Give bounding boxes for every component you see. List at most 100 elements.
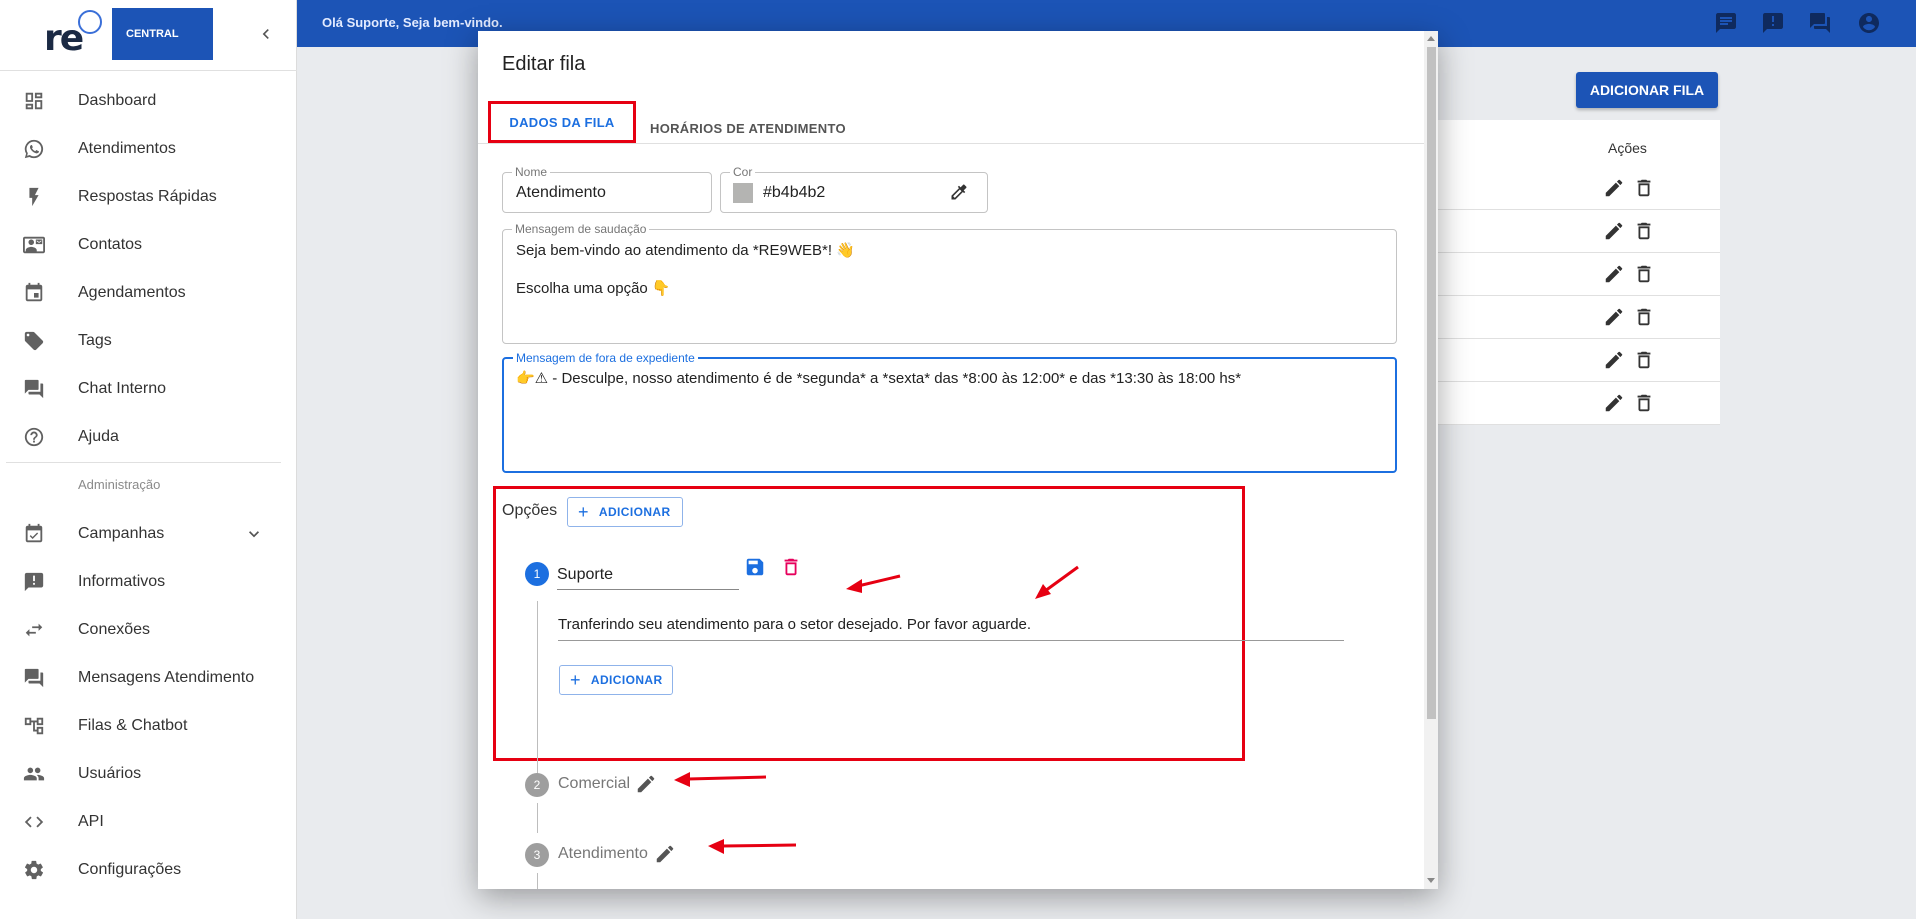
option-name-input[interactable]: Suporte (557, 560, 739, 590)
sidebar-item-tags[interactable]: Tags (0, 321, 297, 361)
acoes-column-header: Ações (1608, 140, 1647, 156)
sidebar-item-informativos[interactable]: Informativos (0, 562, 297, 602)
edit-icon[interactable] (1603, 349, 1625, 371)
nome-label: Nome (512, 165, 551, 179)
delete-icon[interactable] (1633, 220, 1655, 242)
tab-horarios-de-atendimento[interactable]: HORÁRIOS DE ATENDIMENTO (650, 108, 846, 148)
save-icon[interactable] (744, 556, 768, 580)
sidebar-item-label: Usuários (78, 765, 142, 782)
announcement-icon[interactable] (1761, 11, 1787, 37)
add-sub-option-button[interactable]: + ADICIONAR (559, 665, 673, 695)
people-icon (22, 762, 46, 786)
step-connector (537, 803, 538, 833)
help-icon (22, 425, 46, 449)
delete-icon[interactable] (780, 556, 804, 580)
sidebar-item-label: Tags (78, 332, 112, 349)
scroll-down-icon[interactable] (1427, 878, 1435, 883)
saudacao-label: Mensagem de saudação (512, 222, 650, 236)
add-fila-button[interactable]: ADICIONAR FILA (1576, 72, 1718, 108)
sidebar-item-dashboard[interactable]: Dashboard (0, 81, 297, 121)
logo-sub-text: CENTRAL (112, 8, 213, 60)
option-name-value: Suporte (557, 566, 614, 583)
sidebar-item-api[interactable]: API (0, 802, 297, 842)
cor-field[interactable]: Cor #b4b4b2 (720, 165, 988, 213)
sidebar-item-label: Mensagens Atendimento (78, 669, 255, 686)
edit-icon[interactable] (1603, 392, 1625, 414)
option-name-comercial: Comercial (558, 775, 631, 792)
edit-icon[interactable] (1603, 177, 1625, 199)
sidebar-item-agendamentos[interactable]: Agendamentos (0, 273, 297, 313)
sidebar-item-label: Contatos (78, 236, 143, 253)
edit-fila-dialog: Editar fila DADOS DA FILA HORÁRIOS DE AT… (478, 31, 1438, 889)
sidebar-item-chat-interno[interactable]: Chat Interno (0, 369, 297, 409)
edit-icon[interactable] (654, 843, 678, 867)
scroll-thumb[interactable] (1427, 47, 1436, 719)
table-row (1420, 167, 1720, 210)
sidebar-item-label: Chat Interno (78, 380, 167, 397)
forum-icon[interactable] (1808, 11, 1834, 37)
saudacao-line-2: Escolha uma opção 👇 (516, 280, 671, 297)
sidebar-item-label: Filas & Chatbot (78, 717, 188, 734)
delete-icon[interactable] (1633, 306, 1655, 328)
add-option-button[interactable]: + ADICIONAR (567, 497, 683, 527)
sidebar-item-mensagens-atendimento[interactable]: Mensagens Atendimento (0, 658, 297, 698)
contact-card-icon (22, 233, 46, 257)
edit-icon[interactable] (1603, 220, 1625, 242)
announcement-icon (22, 570, 46, 594)
chat-icon (22, 377, 46, 401)
sidebar-item-atendimentos[interactable]: Atendimentos (0, 129, 297, 169)
logo-bubble-icon (78, 10, 102, 34)
fora-expediente-field[interactable]: Mensagem de fora de expediente 👉⚠ - Desc… (502, 351, 1397, 473)
edit-icon[interactable] (635, 773, 659, 797)
step-connector (537, 601, 538, 785)
delete-icon[interactable] (1633, 349, 1655, 371)
sidebar-item-campanhas[interactable]: Campanhas (0, 514, 297, 554)
sidebar-item-label: API (78, 813, 104, 830)
sidebar-item-respostas-rapidas[interactable]: Respostas Rápidas (0, 177, 297, 217)
tag-icon (22, 329, 46, 353)
sidebar-item-usuarios[interactable]: Usuários (0, 754, 297, 794)
fora-expediente-value: 👉⚠ - Desculpe, nosso atendimento é de *s… (516, 370, 1242, 387)
cor-value: #b4b4b2 (763, 184, 826, 201)
account-circle-icon[interactable] (1857, 11, 1883, 37)
code-icon (22, 810, 46, 834)
chat-icon[interactable] (1714, 11, 1740, 37)
dialog-title: Editar fila (502, 53, 586, 75)
tab-dados-da-fila[interactable]: DADOS DA FILA (488, 101, 636, 143)
sidebar-item-label: Atendimentos (78, 140, 176, 157)
sidebar-item-conexoes[interactable]: Conexões (0, 610, 297, 650)
table-row (1420, 339, 1720, 382)
step-number-2: 2 (525, 773, 549, 797)
delete-icon[interactable] (1633, 263, 1655, 285)
swap-icon (22, 618, 46, 642)
annotation-arrow-icon (674, 772, 767, 787)
color-swatch (733, 183, 753, 203)
scroll-up-icon[interactable] (1427, 36, 1435, 41)
nome-field[interactable]: Nome Atendimento (502, 165, 712, 213)
greeting-text: Olá Suporte, Seja bem-vindo. (322, 15, 503, 30)
eyedropper-icon[interactable] (949, 182, 971, 204)
sidebar-item-label: Dashboard (78, 92, 157, 109)
sidebar-item-ajuda[interactable]: Ajuda (0, 417, 297, 457)
edit-icon[interactable] (1603, 263, 1625, 285)
saudacao-field[interactable]: Mensagem de saudação Seja bem-vindo ao a… (502, 222, 1397, 344)
option-message-input[interactable]: Tranferindo seu atendimento para o setor… (558, 609, 1344, 641)
sidebar-item-configuracoes[interactable]: Configurações (0, 850, 297, 890)
sidebar-item-label: Respostas Rápidas (78, 188, 217, 205)
table-row (1420, 382, 1720, 425)
plus-icon: + (570, 670, 581, 690)
edit-icon[interactable] (1603, 306, 1625, 328)
sidebar-divider (6, 462, 281, 463)
sidebar-item-filas-chatbot[interactable]: Filas & Chatbot (0, 706, 297, 746)
delete-icon[interactable] (1633, 177, 1655, 199)
whatsapp-icon (22, 137, 46, 161)
annotation-arrow-icon (1035, 565, 1079, 599)
sidebar-item-label: Conexões (78, 621, 151, 638)
collapse-sidebar-chevron-icon[interactable] (256, 24, 276, 44)
sidebar-item-contatos[interactable]: Contatos (0, 225, 297, 265)
delete-icon[interactable] (1633, 392, 1655, 414)
sidebar-item-label: Ajuda (78, 428, 119, 445)
saudacao-line-1: Seja bem-vindo ao atendimento da *RE9WEB… (516, 242, 855, 259)
logo-brand-text: re (44, 18, 84, 59)
dialog-scrollbar[interactable] (1424, 31, 1438, 889)
